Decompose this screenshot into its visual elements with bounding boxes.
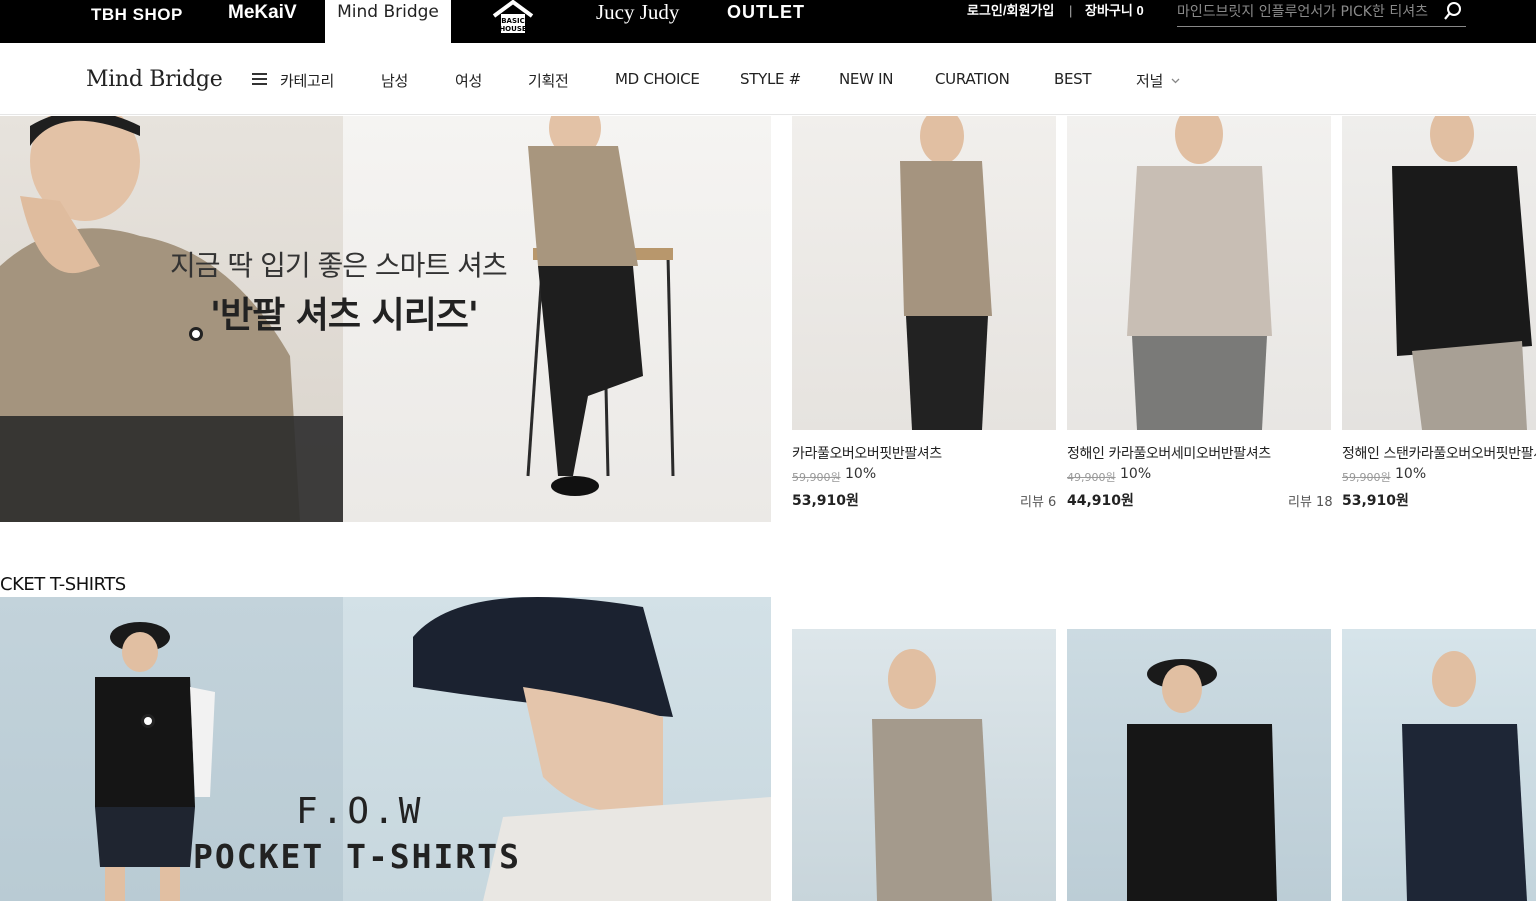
product-discount: 10% <box>845 466 877 482</box>
nav-best[interactable]: BEST <box>1054 70 1092 88</box>
product-image[interactable] <box>792 116 1056 430</box>
brand-tab-mekaiv[interactable]: MeKaiV <box>228 0 297 43</box>
product-image[interactable] <box>1067 629 1331 901</box>
nav-category[interactable]: 카테고리 <box>280 70 334 91</box>
search-input[interactable] <box>1177 0 1437 24</box>
nav-men[interactable]: 남성 <box>381 70 408 91</box>
product-image[interactable] <box>792 629 1056 901</box>
brand-tab-tbh-shop[interactable]: TBH SHOP <box>91 3 183 46</box>
nav-style[interactable]: STYLE # <box>740 70 801 88</box>
pocket-tshirts-banner[interactable]: F.O.W POCKET T-SHIRTS <box>0 597 771 901</box>
cart-link[interactable]: 장바구니 0 <box>1085 2 1144 20</box>
nav-journal[interactable]: 저널 <box>1136 70 1163 91</box>
hotspot-marker[interactable] <box>189 327 203 341</box>
login-link[interactable]: 로그인/회원가입 <box>967 2 1054 20</box>
nav-new-in[interactable]: NEW IN <box>839 70 893 88</box>
product-photo <box>1392 116 1532 430</box>
product-image[interactable] <box>1067 116 1331 430</box>
banner-subtitle: F.O.W <box>296 791 425 832</box>
svg-text:BASIC: BASIC <box>501 17 525 25</box>
banner-title: POCKET T-SHIRTS <box>193 837 522 876</box>
product-review-count: 리뷰 18 <box>1288 495 1333 510</box>
hotspot-marker[interactable] <box>141 714 155 728</box>
brand-tab-basic-house[interactable]: BASIC HOUSE <box>492 0 534 33</box>
hamburger-icon[interactable] <box>252 73 267 85</box>
site-logo[interactable]: Mind Bridge <box>86 67 223 92</box>
shirts-banner[interactable]: 지금 딱 입기 좋은 스마트 셔츠 '반팔 셔츠 시리즈' <box>0 116 771 522</box>
search-icon[interactable] <box>1443 1 1463 21</box>
nav-women[interactable]: 여성 <box>455 70 482 91</box>
product-name[interactable]: 정해인 카라풀오버세미오버반팔셔츠 <box>1067 443 1271 463</box>
brand-tab-outlet[interactable]: OUTLET <box>727 0 805 43</box>
chevron-down-icon[interactable] <box>1171 76 1180 85</box>
main-navigation: Mind Bridge 카테고리 남성 여성 기획전 MD CHOICE STY… <box>0 43 1536 115</box>
basic-house-logo: BASIC HOUSE <box>492 0 534 33</box>
svg-text:HOUSE: HOUSE <box>499 25 527 33</box>
product-price: 53,910원 <box>1342 493 1409 509</box>
nav-exhibition[interactable]: 기획전 <box>528 70 569 91</box>
product-price: 53,910원 <box>792 493 859 509</box>
product-review-count: 리뷰 6 <box>1020 495 1057 510</box>
product-image[interactable] <box>1342 116 1536 430</box>
product-original-price: 49,900원 <box>1067 471 1116 484</box>
product-price: 44,910원 <box>1067 493 1134 509</box>
banner-title: '반팔 셔츠 시리즈' <box>210 295 479 336</box>
product-name[interactable]: 정해인 스탠카라풀오버오버핏반팔셔츠 <box>1342 443 1536 463</box>
product-image[interactable] <box>1342 629 1536 901</box>
nav-curation[interactable]: CURATION <box>935 70 1010 88</box>
product-original-price: 59,900원 <box>1342 471 1391 484</box>
product-original-price: 59,900원 <box>792 471 841 484</box>
product-discount: 10% <box>1120 466 1152 482</box>
brand-bar: TBH SHOP MeKaiV Mind Bridge BASIC HOUSE … <box>0 0 1536 43</box>
product-photo <box>1127 116 1272 430</box>
product-discount: 10% <box>1395 466 1427 482</box>
product-photo <box>1127 659 1277 901</box>
product-photo <box>872 649 992 901</box>
util-separator: | <box>1069 3 1073 18</box>
product-name[interactable]: 카라풀오버오버핏반팔셔츠 <box>792 443 942 463</box>
brand-tab-mind-bridge[interactable]: Mind Bridge <box>325 0 451 43</box>
search-box <box>1177 0 1466 27</box>
product-photo <box>1402 651 1527 901</box>
section-title: CKET T-SHIRTS <box>0 574 126 595</box>
product-photo <box>900 116 992 430</box>
brand-tab-jucy-judy[interactable]: Jucy Judy <box>596 0 679 43</box>
nav-md-choice[interactable]: MD CHOICE <box>615 70 700 88</box>
banner-subtitle: 지금 딱 입기 좋은 스마트 셔츠 <box>170 249 508 282</box>
